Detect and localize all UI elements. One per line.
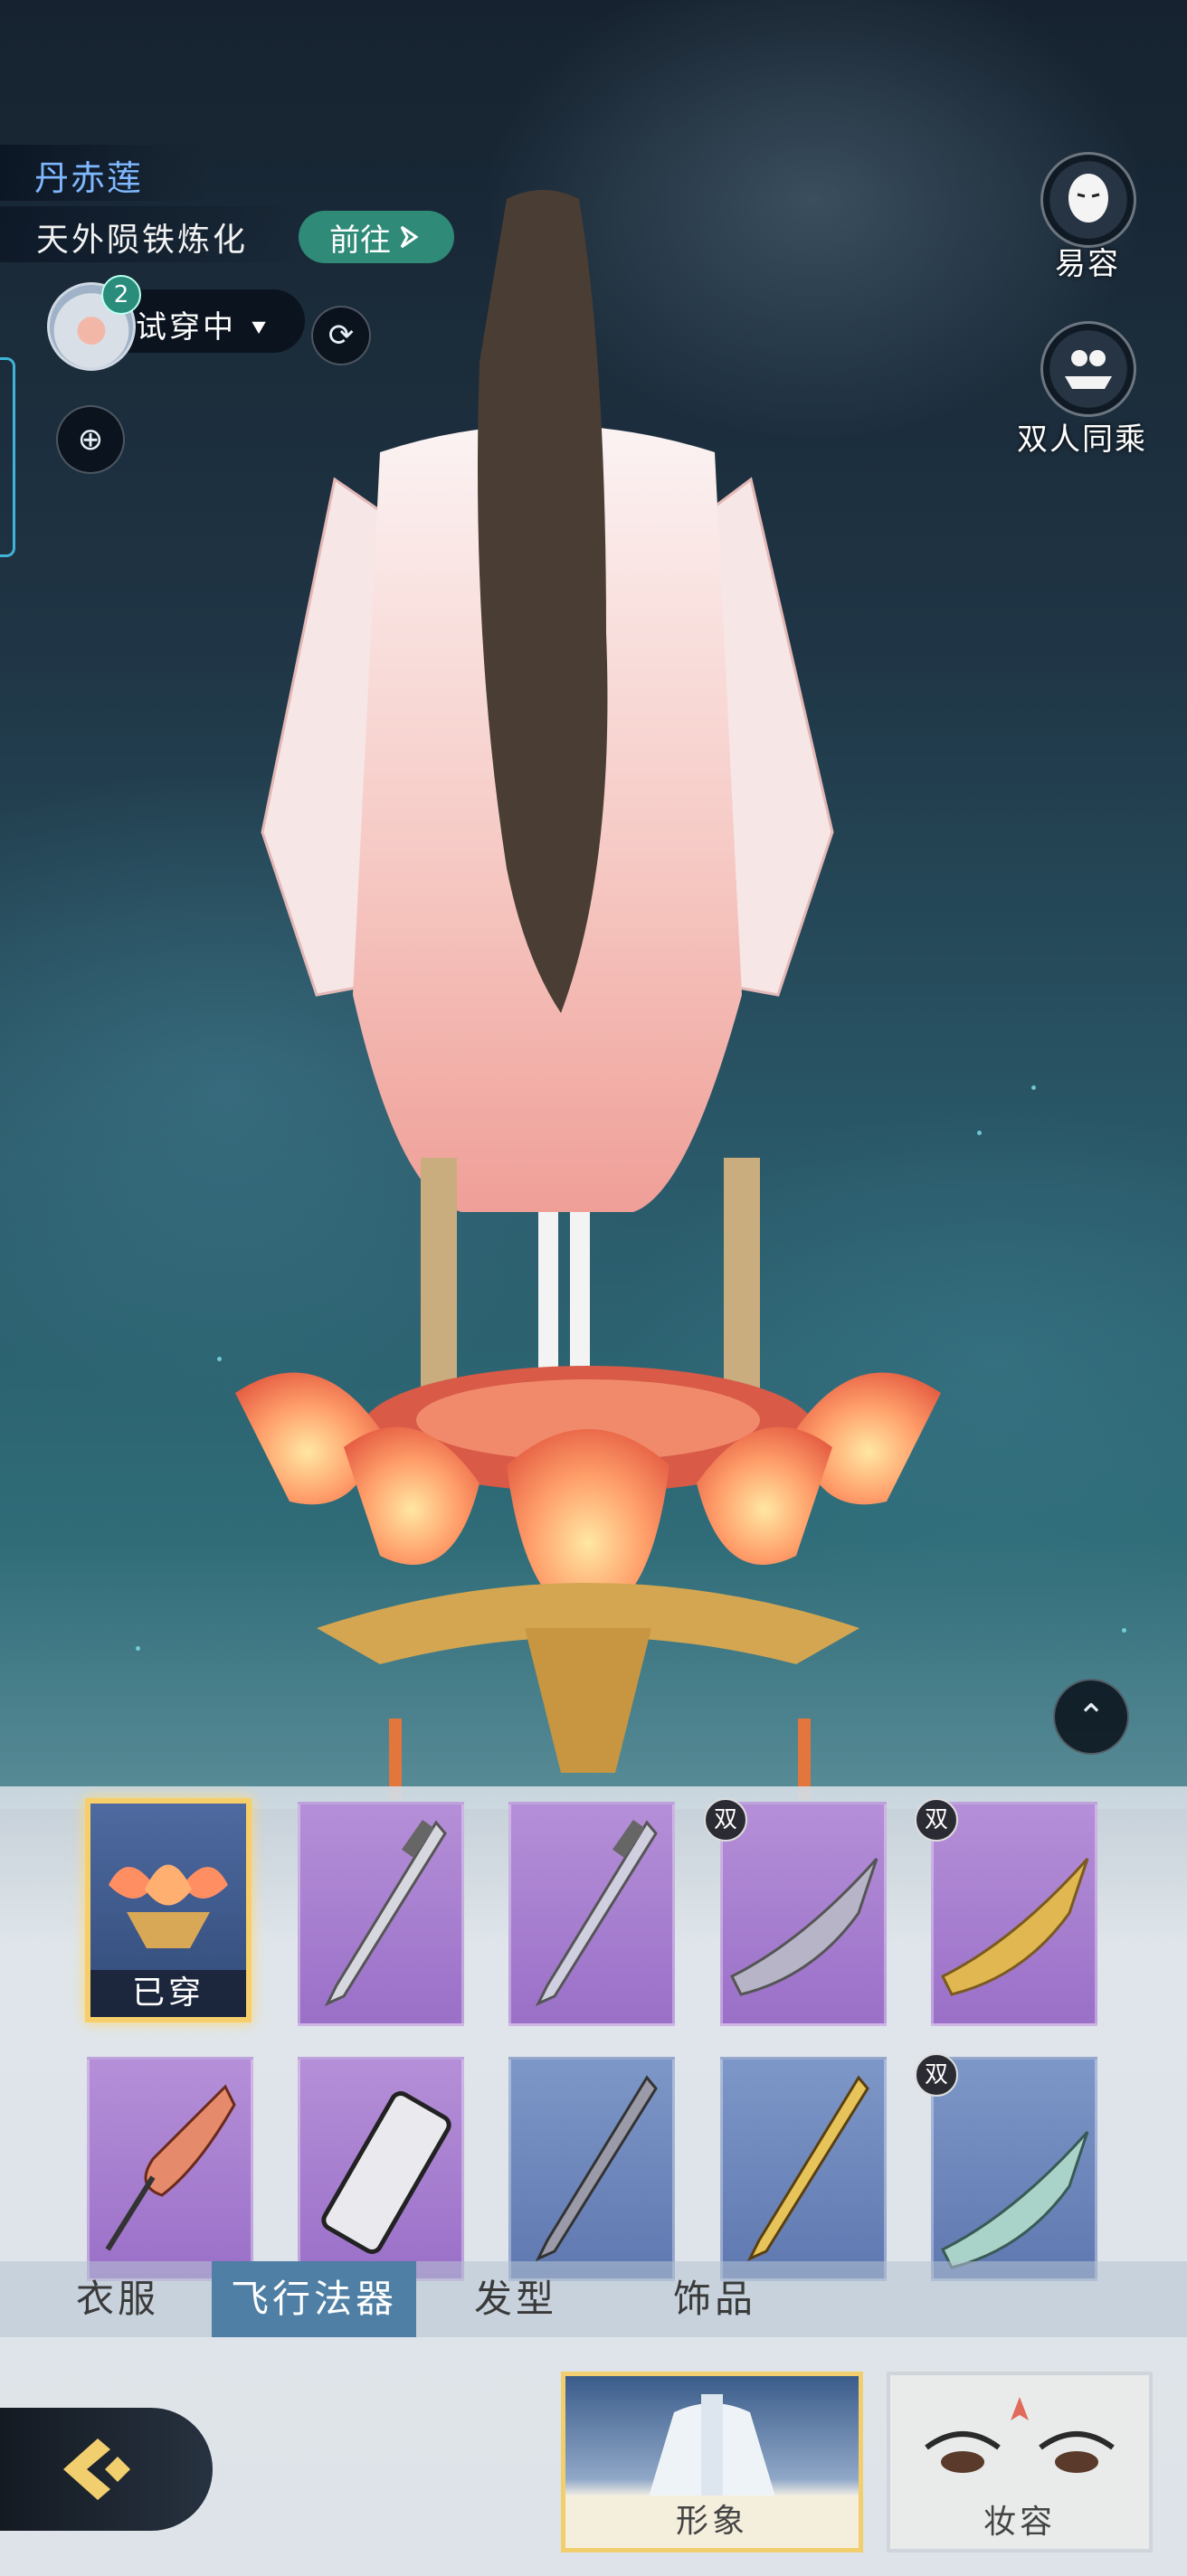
appearance-label: 易容 [1055, 246, 1120, 282]
star-sparkle [136, 1646, 140, 1651]
back-button[interactable] [0, 2408, 213, 2531]
dual-badge: 双 [704, 1798, 747, 1842]
sword-icon [746, 2075, 869, 2262]
chevron-down-icon: ⯆ [248, 314, 272, 344]
makeup-preview-icon [925, 2397, 1115, 2473]
tab-clothing[interactable]: 衣服 [36, 2261, 199, 2337]
goto-label: 前往 [329, 222, 391, 259]
star-sparkle [1122, 1628, 1126, 1633]
lotus-platform-icon [109, 1864, 228, 1948]
appearance-preview-icon [647, 2394, 777, 2503]
dual-ride-icon[interactable] [1040, 321, 1136, 417]
back-arrow-icon [63, 2439, 130, 2500]
refresh-icon[interactable]: ⟳ [311, 306, 371, 365]
mode-card-appearance[interactable]: 形象 [561, 2372, 863, 2552]
tab-accessories[interactable]: 饰品 [633, 2261, 796, 2337]
left-edge-tab[interactable] [0, 357, 15, 557]
character-model[interactable] [181, 181, 995, 1809]
flying-boat-icon [729, 1858, 878, 1996]
item-card-scroll-device[interactable] [298, 2057, 464, 2281]
tab-hairstyle[interactable]: 发型 [434, 2261, 597, 2337]
zoom-in-icon[interactable]: ⊕ [56, 405, 125, 474]
trial-status-label[interactable]: 试穿中 ⯆ [136, 302, 271, 346]
item-card-sword[interactable] [298, 1802, 464, 2026]
flying-boat-icon [940, 1858, 1089, 1996]
face-mask-icon[interactable] [1040, 152, 1136, 248]
outfit-name: 丹赤莲 [34, 158, 144, 198]
sword-icon [535, 2075, 658, 2262]
arrow-right-icon [400, 225, 419, 249]
mode-label-appearance: 形象 [565, 2496, 859, 2548]
mode-label-makeup: 妆容 [983, 2504, 1056, 2541]
item-card-sword-gold[interactable] [720, 2057, 887, 2281]
dual-ride-label: 双人同乘 [1017, 421, 1147, 458]
flying-boat-icon [940, 2131, 1089, 2269]
outfit-subtitle: 天外陨铁炼化 [36, 222, 249, 259]
collapse-panel-icon[interactable]: ⌃ [1053, 1679, 1129, 1755]
star-sparkle [1031, 1085, 1036, 1090]
goto-button[interactable]: 前往 [299, 211, 454, 263]
dual-badge: 双 [915, 1798, 958, 1842]
worn-label: 已穿 [90, 1970, 246, 2017]
item-card-flying-boat-silver[interactable] [720, 1802, 887, 2026]
item-card-flying-boat-gold[interactable] [931, 1802, 1097, 2026]
scroll-device-icon [321, 2091, 451, 2254]
item-card-flying-boat-jade[interactable] [931, 2057, 1097, 2281]
tab-flying-artifact[interactable]: 飞行法器 [212, 2261, 416, 2337]
fan-staff-icon [105, 2084, 236, 2251]
item-card-fan-staff[interactable] [87, 2057, 253, 2281]
dual-badge: 双 [915, 2053, 958, 2097]
sword-icon [535, 1820, 658, 2007]
item-card-sword-dark[interactable] [508, 2057, 675, 2281]
item-card-lotus-platform[interactable]: 已穿 [85, 1798, 252, 2022]
mode-card-makeup[interactable]: 妆容 [887, 2372, 1153, 2552]
sword-icon [324, 1820, 447, 2007]
trial-status-text: 试穿中 [136, 309, 236, 346]
item-card-sword[interactable] [508, 1802, 675, 2026]
